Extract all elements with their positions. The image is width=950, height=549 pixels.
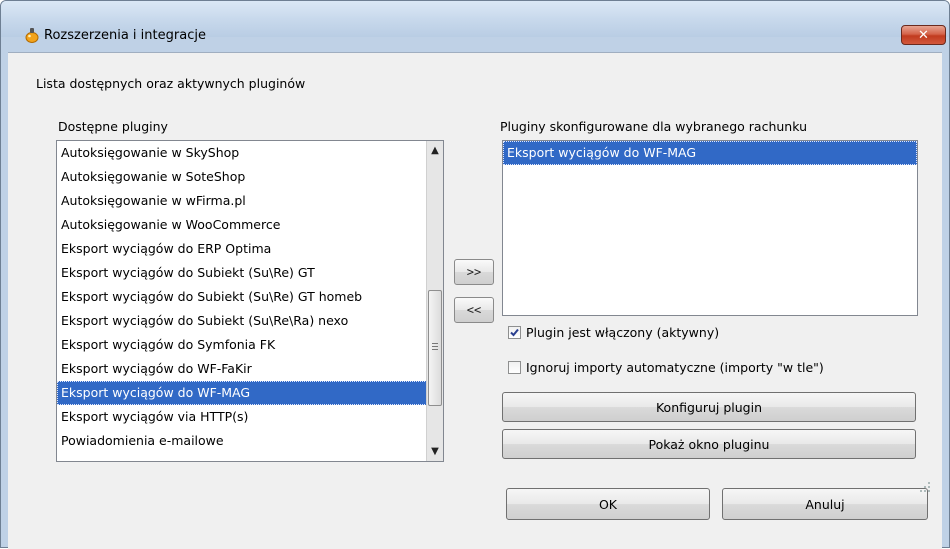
plugin-enabled-label[interactable]: Plugin jest włączony (aktywny) (526, 325, 719, 340)
window-title: Rozszerzenia i integracje (44, 28, 206, 43)
available-plugin-item[interactable]: Eksport wyciągów do Subiekt (Su\Re) GT (57, 261, 427, 285)
available-plugins-list[interactable]: Autoksięgowanie w SkyShop Autoksięgowanie… (56, 140, 444, 462)
show-plugin-window-button[interactable]: Pokaż okno pluginu (502, 429, 916, 459)
scroll-down-icon[interactable]: ▼ (427, 443, 443, 460)
scroll-up-icon[interactable]: ▲ (427, 142, 443, 159)
configured-plugin-item[interactable]: Eksport wyciągów do WF-MAG (503, 141, 917, 165)
available-plugin-item[interactable]: Eksport wyciągów do WF-MAG (57, 381, 427, 405)
remove-plugin-button[interactable]: << (454, 297, 494, 323)
available-plugin-item[interactable]: Autoksięgowanie w wFirma.pl (57, 189, 427, 213)
available-plugin-item[interactable]: Eksport wyciągów do Subiekt (Su\Re) GT h… (57, 285, 427, 309)
available-plugins-label: Dostępne pluginy (58, 119, 168, 134)
available-list-scrollbar[interactable]: ▲ ▼ (426, 141, 443, 461)
resize-grip-icon[interactable] (918, 480, 932, 494)
plugin-enabled-checkbox[interactable] (508, 326, 521, 339)
available-plugin-item[interactable]: Eksport wyciągów do Subiekt (Su\Re\Ra) n… (57, 309, 427, 333)
ok-button[interactable]: OK (506, 488, 710, 520)
section-label: Lista dostępnych oraz aktywnych pluginów (36, 76, 306, 91)
checkmark-icon (510, 328, 519, 337)
configure-plugin-button[interactable]: Konfiguruj plugin (502, 392, 916, 422)
available-plugin-item[interactable]: Autoksięgowanie w SoteShop (57, 165, 427, 189)
available-plugin-item[interactable]: Eksport wyciągów do WF-FaKir (57, 357, 427, 381)
available-plugin-item[interactable]: Eksport wyciągów do Symfonia FK (57, 333, 427, 357)
configured-plugins-list[interactable]: Eksport wyciągów do WF-MAG (502, 140, 918, 316)
ignore-auto-imports-checkbox[interactable] (508, 361, 521, 374)
available-plugin-item[interactable]: Eksport wyciągów do ERP Optima (57, 237, 427, 261)
add-plugin-button[interactable]: >> (454, 259, 494, 285)
app-logo-icon (25, 28, 39, 43)
configured-plugins-label: Pluginy skonfigurowane dla wybranego rac… (500, 119, 808, 134)
close-button[interactable]: ✕ (901, 25, 946, 45)
scrollbar-thumb[interactable] (428, 290, 442, 407)
close-icon: ✕ (918, 27, 929, 43)
available-plugin-item[interactable]: Autoksięgowanie w WooCommerce (57, 213, 427, 237)
available-plugin-item[interactable]: Autoksięgowanie w SkyShop (57, 141, 427, 165)
available-plugin-item[interactable]: Powiadomienia e-mailowe (57, 429, 427, 453)
ignore-auto-imports-label[interactable]: Ignoruj importy automatyczne (importy "w… (526, 360, 824, 375)
cancel-button[interactable]: Anuluj (722, 488, 928, 520)
available-plugin-item[interactable]: Eksport wyciągów via HTTP(s) (57, 405, 427, 429)
